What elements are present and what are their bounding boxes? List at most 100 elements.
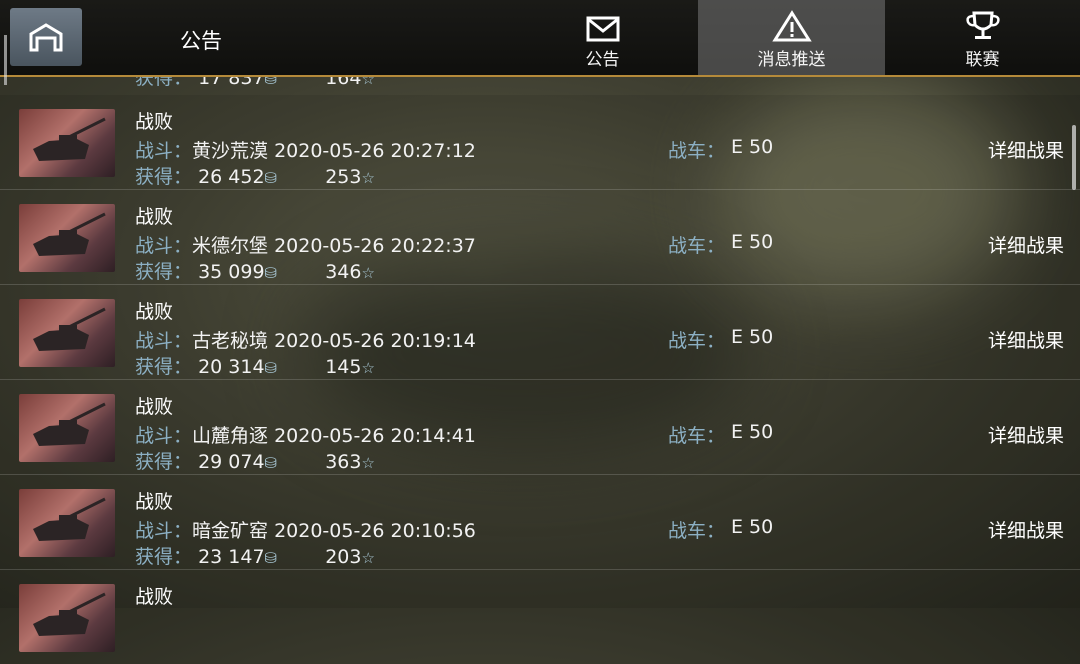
tank-value: E 50 (731, 516, 774, 538)
earned-line: 获得： 20 314⛁ 145☆ (135, 352, 375, 379)
map-name: 米德尔堡 (192, 235, 269, 257)
earned-line: 获得： 23 147⛁ 203☆ (135, 542, 375, 569)
silver-value: 20 314 (198, 356, 265, 378)
page-title: 公告 (180, 29, 222, 53)
tank-label: 战车： (668, 330, 726, 352)
tank-thumbnail (19, 489, 115, 557)
tank-thumbnail (19, 584, 115, 652)
xp-value: 253 (325, 166, 362, 188)
warning-icon (771, 10, 812, 42)
list-item: 战败 战斗：古老秘境 2020-05-26 20:19:14 获得： 20 31… (0, 285, 1080, 380)
battle-datetime: 2020-05-26 20:27:12 (274, 140, 476, 162)
top-bar: 公告 公告 消息推送 联赛 (0, 0, 1080, 77)
list-item: 战败 战斗：山麓角逐 2020-05-26 20:14:41 获得： 29 07… (0, 380, 1080, 475)
battle-datetime: 2020-05-26 20:10:56 (274, 520, 476, 542)
tank-thumbnail (19, 204, 115, 272)
tank-value: E 50 (731, 136, 774, 158)
details-button[interactable]: 详细战果 (988, 231, 1064, 258)
battle-datetime: 2020-05-26 20:14:41 (274, 425, 476, 447)
tab-league[interactable]: 联赛 (920, 0, 1045, 75)
battle-datetime: 2020-05-26 20:22:37 (274, 235, 476, 257)
battle-result: 战败 (135, 586, 174, 608)
battle-result: 战败 (135, 301, 174, 323)
tank-label: 战车： (668, 140, 726, 162)
battle-label: 战斗： (135, 235, 193, 257)
details-button[interactable]: 详细战果 (988, 326, 1064, 353)
silver-value: 29 074 (198, 451, 265, 473)
silver-value: 23 147 (198, 546, 265, 568)
details-button[interactable]: 详细战果 (988, 136, 1064, 163)
battle-label: 战斗： (135, 520, 193, 542)
battle-label: 战斗： (135, 140, 193, 162)
star-icon: ☆ (361, 359, 375, 377)
tank-thumbnail (19, 394, 115, 462)
tank-value: E 50 (731, 231, 774, 253)
details-button[interactable]: 详细战果 (988, 421, 1064, 448)
map-name: 暗金矿窑 (192, 520, 269, 542)
details-button[interactable]: 详细战果 (988, 516, 1064, 543)
xp-value: 363 (325, 451, 362, 473)
garage-icon (29, 23, 63, 52)
xp-value: 203 (325, 546, 362, 568)
silver-icon: ⛁ (264, 359, 278, 377)
tank-label: 战车： (668, 520, 726, 542)
star-icon: ☆ (361, 264, 375, 282)
xp-value: 145 (325, 356, 362, 378)
tank-thumbnail (19, 109, 115, 177)
envelope-icon (586, 16, 619, 42)
earned-label: 获得： (135, 356, 193, 378)
earned-label: 获得： (135, 166, 193, 188)
list-item: 战败 战斗：暗金矿窑 2020-05-26 20:10:56 获得： 23 14… (0, 475, 1080, 570)
battle-line: 战斗：暗金矿窑 2020-05-26 20:10:56 (135, 516, 476, 543)
tab-label: 联赛 (965, 50, 1000, 70)
silver-icon: ⛁ (264, 264, 278, 282)
silver-value: 17 837 (198, 75, 265, 89)
silver-value: 35 099 (198, 261, 265, 283)
battle-datetime: 2020-05-26 20:19:14 (274, 330, 476, 352)
tank-label: 战车： (668, 235, 726, 257)
tab-announcements[interactable]: 公告 (540, 0, 665, 75)
list-item: 战败 (0, 570, 1080, 664)
map-name: 山麓角逐 (192, 425, 269, 447)
battle-label: 战斗： (135, 330, 193, 352)
earned-line: 获得： 29 074⛁ 363☆ (135, 447, 375, 474)
tab-message-push[interactable]: 消息推送 (698, 0, 885, 75)
list-item: 战败 战斗：米德尔堡 2020-05-26 20:22:37 获得： 35 09… (0, 190, 1080, 285)
earned-label: 获得： (135, 451, 193, 473)
list-item-partial: 获得： 17 837⛁ 164☆ (0, 75, 1080, 95)
earned-label: 获得： (135, 261, 193, 283)
tab-label: 公告 (585, 50, 620, 70)
battle-result: 战败 (135, 396, 174, 418)
map-name: 古老秘境 (192, 330, 269, 352)
earned-line: 获得： 26 452⛁ 253☆ (135, 162, 375, 189)
battle-result: 战败 (135, 111, 174, 133)
map-name: 黄沙荒漠 (192, 140, 269, 162)
earned-label: 获得： (135, 75, 193, 89)
battle-line: 战斗：米德尔堡 2020-05-26 20:22:37 (135, 231, 476, 258)
list-item: 战败 战斗：黄沙荒漠 2020-05-26 20:27:12 获得： 26 45… (0, 95, 1080, 190)
silver-icon: ⛁ (264, 169, 278, 187)
xp-value: 346 (325, 261, 362, 283)
earned-label: 获得： (135, 546, 193, 568)
battle-line: 战斗：黄沙荒漠 2020-05-26 20:27:12 (135, 136, 476, 163)
earned-line: 获得： 35 099⛁ 346☆ (135, 257, 375, 284)
battle-line: 战斗：山麓角逐 2020-05-26 20:14:41 (135, 421, 476, 448)
scrollbar[interactable] (1072, 125, 1076, 190)
star-icon: ☆ (361, 549, 375, 567)
home-button[interactable] (10, 8, 82, 66)
trophy-icon (965, 11, 1000, 39)
tank-thumbnail (19, 299, 115, 367)
tank-value: E 50 (731, 421, 774, 443)
silver-value: 26 452 (198, 166, 265, 188)
left-scrollbar (4, 35, 7, 85)
battle-result: 战败 (135, 206, 174, 228)
battle-line: 战斗：古老秘境 2020-05-26 20:19:14 (135, 326, 476, 353)
silver-icon: ⛁ (264, 454, 278, 472)
battle-label: 战斗： (135, 425, 193, 447)
tank-label: 战车： (668, 425, 726, 447)
tank-value: E 50 (731, 326, 774, 348)
star-icon: ☆ (361, 169, 375, 187)
silver-icon: ⛁ (264, 549, 278, 567)
xp-value: 164 (325, 75, 362, 89)
battle-result: 战败 (135, 491, 174, 513)
